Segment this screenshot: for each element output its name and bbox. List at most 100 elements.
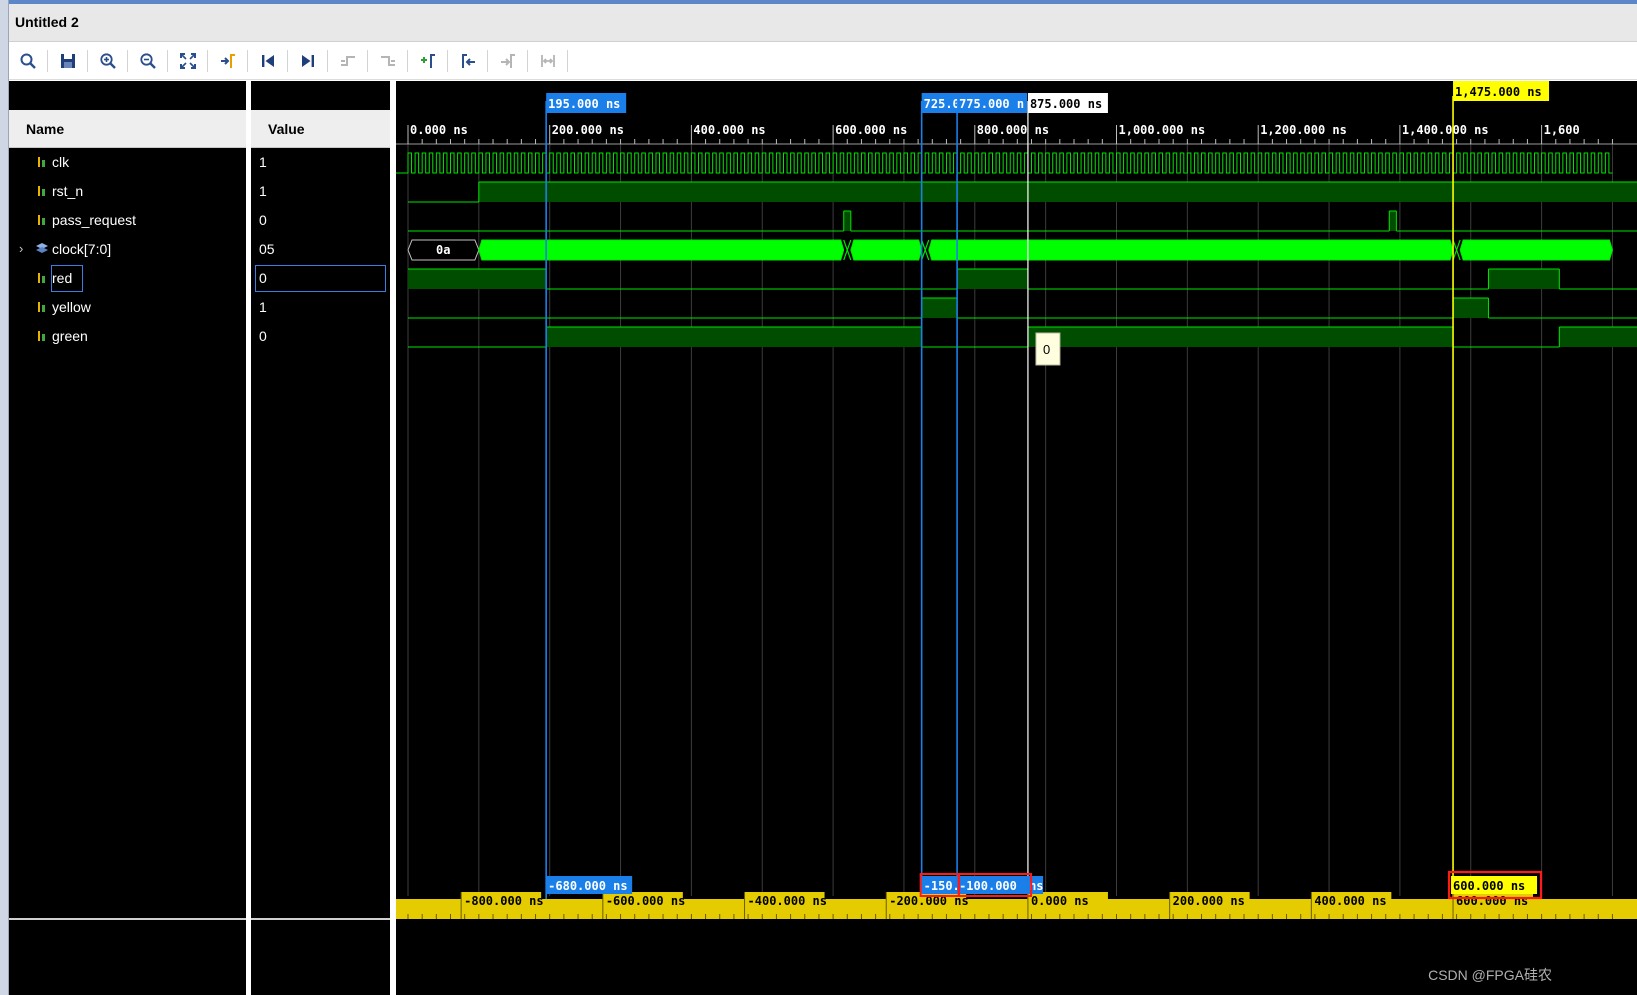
signal-value-row[interactable]: 1 — [251, 293, 390, 322]
search-button[interactable] — [15, 49, 41, 73]
previous-marker-button[interactable] — [455, 49, 481, 73]
signal-value-row[interactable]: 05 — [251, 235, 390, 264]
yellow-waveform-high-fill — [1453, 298, 1489, 318]
signal-row[interactable]: pass_request — [9, 206, 246, 235]
time-tick-label: 0.000 ns — [410, 123, 468, 137]
bus-signal-icon — [36, 243, 48, 253]
signal-row[interactable]: clk — [9, 148, 246, 177]
zoom-in-button[interactable] — [95, 49, 121, 73]
pass-request-waveform-high-fill — [1389, 211, 1397, 231]
time-tick-label: 200.000 ns — [552, 123, 624, 137]
zoom-out-icon — [140, 53, 156, 69]
chevron-right-icon[interactable]: › — [19, 241, 23, 256]
time-tick-label: 1,600 — [1544, 123, 1580, 137]
signal-value: 1 — [259, 299, 267, 315]
green-waveform-high-fill — [1027, 327, 1454, 347]
red-waveform-high-fill — [957, 269, 1028, 289]
save-icon — [61, 54, 75, 68]
delta-label: -680.000 ns — [548, 879, 627, 893]
bus-segment — [1459, 239, 1613, 261]
signal-row[interactable]: yellow — [9, 293, 246, 322]
signal-name: green — [52, 328, 88, 344]
next-marker-button[interactable] — [495, 49, 521, 73]
time-tick-label: 600.000 ns — [835, 123, 907, 137]
name-column-header[interactable]: Name — [9, 110, 246, 148]
value-column-header[interactable]: Value — [251, 110, 390, 148]
time-tick-label: 800.000 ns — [977, 123, 1049, 137]
go-to-last-time-icon — [302, 55, 314, 67]
signal-value-row[interactable]: 1 — [251, 177, 390, 206]
bit-signal-icon — [38, 331, 45, 341]
green-waveform-high-fill — [546, 327, 922, 347]
time-tick-label: 1,200.000 ns — [1260, 123, 1347, 137]
marker-label-195: 195.000 ns — [548, 97, 620, 111]
signal-value-row[interactable]: 1 — [251, 148, 390, 177]
green-waveform-high-fill — [1559, 327, 1637, 347]
bus-segment — [928, 239, 1454, 261]
time-tick-label: 400.000 ns — [693, 123, 765, 137]
swap-cursors-button[interactable] — [535, 49, 561, 73]
left-window-edge — [0, 0, 9, 995]
signal-name: clk — [52, 154, 70, 170]
signal-row[interactable]: green — [9, 322, 246, 351]
bus-segment — [478, 239, 845, 261]
marker-label-875: 875.000 ns — [1030, 97, 1102, 111]
signal-value: 05 — [259, 241, 275, 257]
signal-name: clock[7:0] — [52, 241, 112, 257]
bus-transition — [921, 239, 930, 261]
zoom-out-button[interactable] — [135, 49, 161, 73]
bit-signal-icon — [38, 302, 45, 312]
marker-label-725: 725.0 — [924, 97, 960, 111]
bus-segment — [850, 239, 923, 261]
signal-name: pass_request — [52, 212, 137, 228]
go-to-last-time-button[interactable] — [295, 49, 321, 73]
waveform-canvas[interactable]: 0.000 ns 200.000 ns 400.000 ns 600.000 ns 80… — [396, 81, 1637, 995]
save-button[interactable] — [55, 49, 81, 73]
swap-cursors-icon — [541, 55, 555, 67]
name-panel: Name clk rst_n pass_request › clock[7:0] red y… — [9, 81, 246, 995]
add-marker-button[interactable] — [415, 49, 441, 73]
waveform-window: Untitled 2 Name clk rst_n pass_request ›… — [0, 0, 1637, 995]
signal-value: 0 — [259, 328, 267, 344]
zoom-fit-button[interactable] — [175, 49, 201, 73]
bus-value-label: 0a — [436, 243, 450, 257]
signal-value: 1 — [259, 183, 267, 199]
search-icon — [20, 53, 36, 69]
red-waveform-high-fill — [408, 269, 547, 289]
marker-label-1475: 1,475.000 ns — [1455, 85, 1542, 99]
delta-label: 600.000 ns — [1453, 879, 1525, 893]
toolbar — [9, 42, 1637, 80]
value-header-label: Value — [268, 121, 305, 137]
name-header-label: Name — [26, 121, 65, 137]
bit-signal-icon — [38, 273, 45, 283]
signal-row[interactable]: red — [9, 264, 246, 293]
go-to-cursor-icon — [221, 54, 235, 68]
delta-label: -100.000 — [959, 879, 1017, 893]
bit-signal-icon — [38, 215, 45, 225]
delta-label: -150. — [924, 879, 960, 893]
relative-ruler-label: -600.000 ns — [606, 894, 685, 908]
marker-label-775: 775.000 n — [959, 97, 1024, 111]
add-marker-icon — [421, 54, 435, 68]
relative-ruler-bar — [396, 899, 1637, 919]
selection-outline — [255, 265, 386, 292]
tooltip-value: 0 — [1043, 342, 1050, 357]
relative-ruler-label: 600.000 ns — [1456, 894, 1528, 908]
relative-ruler-label: 400.000 ns — [1314, 894, 1386, 908]
signal-value: 1 — [259, 154, 267, 170]
signal-value-row[interactable]: 0 — [251, 264, 390, 293]
go-to-cursor-button[interactable] — [215, 49, 241, 73]
previous-transition-button[interactable] — [335, 49, 361, 73]
next-marker-icon — [501, 54, 515, 68]
signal-row[interactable]: rst_n — [9, 177, 246, 206]
bus-transition — [1452, 239, 1461, 261]
go-to-time-zero-button[interactable] — [255, 49, 281, 73]
signal-value-row[interactable]: 0 — [251, 322, 390, 351]
next-transition-button[interactable] — [375, 49, 401, 73]
go-to-time-zero-icon — [262, 55, 274, 67]
signal-value-row[interactable]: 0 — [251, 206, 390, 235]
time-tick-label: 1,000.000 ns — [1119, 123, 1206, 137]
signal-row[interactable]: › clock[7:0] — [9, 235, 246, 264]
pass-request-waveform-high-fill — [843, 211, 851, 231]
bit-signal-icon — [38, 186, 45, 196]
